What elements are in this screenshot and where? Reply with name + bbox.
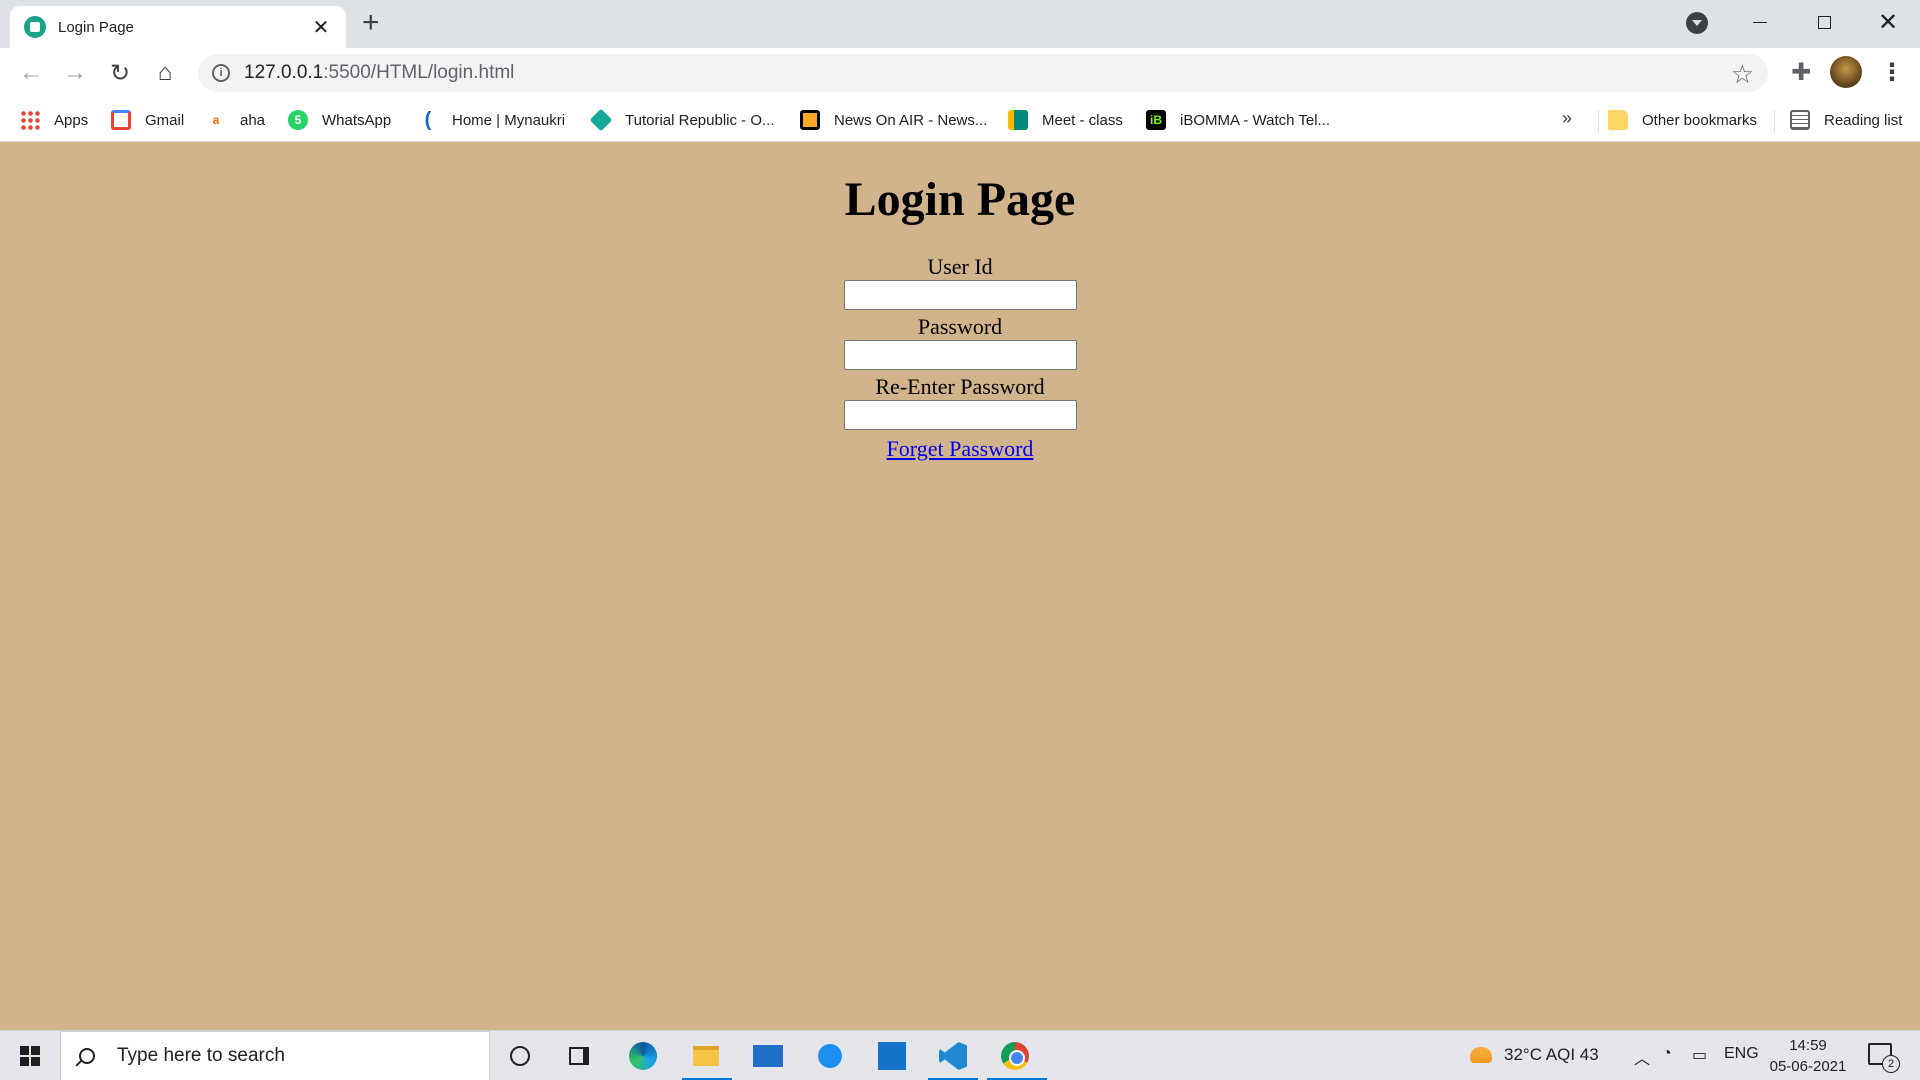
show-hidden-icons-chevron-icon[interactable]: ︿ <box>1634 1045 1650 1069</box>
reload-icon[interactable]: ↻ <box>105 58 135 88</box>
prime-video-icon[interactable] <box>876 1040 908 1072</box>
google-meet-icon <box>1008 110 1028 130</box>
windows-logo-icon <box>20 1046 40 1066</box>
ibomma-icon: iB <box>1146 110 1166 130</box>
bookmark-meet-class[interactable]: Meet - class <box>1008 108 1123 132</box>
restore-button[interactable] <box>1794 4 1854 40</box>
user-id-label: User Id <box>927 254 993 279</box>
tab-login-page[interactable]: Login Page ✕ <box>10 6 346 48</box>
vscode-icon[interactable] <box>937 1040 969 1072</box>
re-enter-password-input[interactable] <box>843 400 1077 430</box>
bookmarks-bar: Apps Gmail a aha 5 WhatsApp ( Home | Myn… <box>0 98 1920 142</box>
bookmark-label: Apps <box>54 111 89 129</box>
url-path: :5500/HTML/login.html <box>323 62 515 83</box>
tutorial-republic-icon <box>589 108 613 132</box>
aha-icon: a <box>206 110 226 130</box>
bookmark-label: WhatsApp <box>322 111 392 129</box>
task-view-icon[interactable] <box>563 1040 595 1072</box>
reading-list-label: Reading list <box>1824 111 1903 129</box>
forward-arrow-icon[interactable]: → <box>60 58 90 88</box>
tab-title: Login Page <box>58 18 134 36</box>
bookmark-mynaukri[interactable]: ( Home | Mynaukri <box>418 108 565 132</box>
file-explorer-icon[interactable] <box>690 1040 722 1072</box>
bookmark-label: Other bookmarks <box>1642 111 1758 129</box>
close-tab-icon[interactable]: ✕ <box>310 15 332 40</box>
windows-taskbar: Type here to search 32°C AQI 43 ︿ ◔ ▭ EN… <box>0 1030 1920 1080</box>
bookmark-label: Tutorial Republic - O... <box>625 111 775 129</box>
clock-date: 05-06-2021 <box>1769 1058 1847 1075</box>
mail-icon[interactable] <box>752 1040 784 1072</box>
network-icon[interactable]: ◔ <box>1662 1045 1672 1063</box>
url-text[interactable]: 127.0.0.1:5500/HTML/login.html <box>244 62 514 84</box>
tab-search-icon[interactable] <box>1686 12 1708 34</box>
safari-icon[interactable] <box>814 1040 846 1072</box>
more-bookmarks-chevron-icon[interactable]: » <box>1562 108 1572 129</box>
bookmark-gmail[interactable]: Gmail <box>111 108 184 132</box>
bookmark-whatsapp[interactable]: 5 WhatsApp <box>288 108 391 132</box>
weather-text: 32°C AQI 43 <box>1504 1045 1599 1064</box>
close-window-button[interactable]: ✕ <box>1858 4 1918 40</box>
battery-icon[interactable]: ▭ <box>1692 1045 1707 1065</box>
bookmarks-divider <box>1598 110 1599 132</box>
reading-list-icon <box>1790 110 1810 130</box>
user-id-input[interactable] <box>843 280 1077 310</box>
clock-time: 14:59 <box>1789 1037 1827 1054</box>
page-favicon-icon <box>24 16 46 38</box>
bookmark-other-bookmarks[interactable]: Other bookmarks <box>1608 108 1757 132</box>
weather-sun-icon <box>1470 1047 1492 1063</box>
new-tab-button[interactable]: + <box>362 8 380 38</box>
password-label: Password <box>917 314 1003 339</box>
taskbar-search-box[interactable]: Type here to search <box>60 1031 490 1080</box>
news-on-air-icon <box>800 110 820 130</box>
bookmark-ibomma[interactable]: iB iBOMMA - Watch Tel... <box>1146 108 1330 132</box>
apps-grid-icon <box>20 110 40 130</box>
bookmark-news-on-air[interactable]: News On AIR - News... <box>800 108 987 132</box>
bookmark-tutorial-republic[interactable]: Tutorial Republic - O... <box>589 108 775 132</box>
gmail-icon <box>111 110 131 130</box>
back-arrow-icon[interactable]: ← <box>16 58 46 88</box>
bookmark-label: Gmail <box>145 111 185 129</box>
minimize-icon <box>1753 21 1767 23</box>
bookmark-apps[interactable]: Apps <box>20 108 88 132</box>
mynaukri-icon: ( <box>418 109 438 131</box>
login-form: User Id Password Re-Enter Password Forge… <box>0 254 1920 462</box>
system-clock[interactable]: 14:59 05-06-2021 <box>1768 1035 1848 1077</box>
notification-count-badge: 2 <box>1882 1055 1900 1073</box>
bookmark-label: Meet - class <box>1042 111 1123 129</box>
url-host: 127.0.0.1 <box>244 62 324 83</box>
reading-list-button[interactable]: Reading list <box>1790 108 1902 132</box>
edge-browser-icon[interactable] <box>627 1040 659 1072</box>
bookmarks-divider <box>1774 110 1775 132</box>
browser-toolbar: ← → ↻ ⌂ i 127.0.0.1:5500/HTML/login.html… <box>0 48 1920 98</box>
bookmark-label: Home | Mynaukri <box>452 111 566 129</box>
whatsapp-icon: 5 <box>288 110 308 130</box>
re-enter-password-label: Re-Enter Password <box>875 374 1045 399</box>
bookmark-label: iBOMMA - Watch Tel... <box>1180 111 1331 129</box>
language-indicator[interactable]: ENG <box>1724 1045 1759 1063</box>
profile-avatar[interactable] <box>1830 56 1862 88</box>
cortana-icon[interactable] <box>504 1040 536 1072</box>
weather-widget[interactable]: 32°C AQI 43 <box>1470 1045 1599 1065</box>
search-placeholder: Type here to search <box>117 1045 285 1066</box>
extensions-puzzle-icon[interactable]: ✚ <box>1787 58 1815 86</box>
minimize-button[interactable] <box>1730 4 1790 40</box>
bookmark-label: aha <box>240 111 266 129</box>
start-button[interactable] <box>0 1031 60 1080</box>
password-input[interactable] <box>843 340 1077 370</box>
forget-password-link[interactable]: Forget Password <box>887 436 1034 462</box>
home-icon[interactable]: ⌂ <box>150 58 180 88</box>
bookmark-label: News On AIR - News... <box>834 111 988 129</box>
restore-icon <box>1817 15 1831 29</box>
bookmark-aha[interactable]: a aha <box>206 108 265 132</box>
search-icon <box>79 1048 95 1064</box>
browser-tab-strip: Login Page ✕ + ✕ <box>0 0 1920 48</box>
site-info-icon[interactable]: i <box>212 64 230 82</box>
chrome-icon[interactable] <box>999 1040 1031 1072</box>
page-viewport: Login Page User Id Password Re-Enter Pas… <box>0 142 1920 1030</box>
more-menu-icon[interactable]: ⋮ <box>1880 58 1904 88</box>
page-title: Login Page <box>844 173 1076 226</box>
address-bar[interactable]: i 127.0.0.1:5500/HTML/login.html ☆ <box>198 54 1768 92</box>
bookmark-star-icon[interactable]: ☆ <box>1731 59 1754 90</box>
folder-icon <box>1608 110 1628 130</box>
